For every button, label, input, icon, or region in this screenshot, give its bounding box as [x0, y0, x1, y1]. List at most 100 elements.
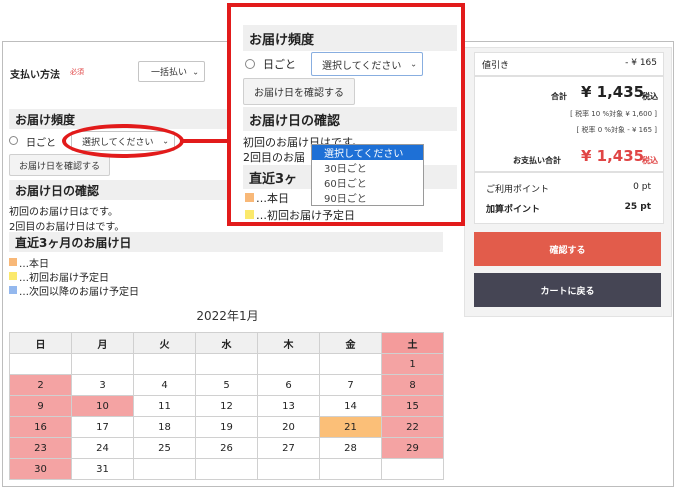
total-tax-in: 税込	[642, 92, 658, 101]
legend-first-swatch	[9, 272, 17, 280]
discount-label: 値引き	[482, 61, 510, 71]
zoom-legend-today-swatch	[245, 193, 254, 202]
calendar-day: 29	[381, 437, 444, 459]
zoom-frequency-radio[interactable]	[245, 59, 255, 69]
frequency-option-30[interactable]: 30日ごと	[312, 160, 423, 175]
tax-10-breakdown: [ 税率 10 %対象 ¥ 1,600 ]	[570, 110, 657, 118]
frequency-option-placeholder[interactable]: 選択してください	[312, 145, 423, 160]
calendar-day: 26	[195, 437, 258, 459]
calendar-day: 11	[133, 395, 196, 417]
frequency-radio[interactable]	[9, 136, 18, 145]
calendar-day	[133, 458, 196, 480]
check-delivery-date-button[interactable]: お届け日を確認する	[9, 154, 110, 176]
payment-total-tax-in: 税込	[642, 156, 658, 165]
zoom-frequency-select-value: 選択してください	[322, 60, 402, 72]
calendar-day: 16	[9, 416, 72, 438]
calendar-day: 18	[133, 416, 196, 438]
calendar-week-row: 30 31	[9, 458, 444, 480]
chevron-down-icon: ⌄	[410, 59, 417, 69]
frequency-dropdown-list: 選択してください 30日ごと 60日ごと 90日ごと	[311, 144, 424, 206]
tax-0-breakdown: [ 税率 0 %対象 - ¥ 165 ]	[576, 126, 657, 134]
zoom-legend-first-swatch	[245, 210, 254, 219]
calendar-day: 19	[195, 416, 258, 438]
calendar-week-row: 2 3 4 5 6 7 8	[9, 374, 444, 396]
payment-method-label: 支払い方法	[10, 70, 60, 81]
calendar-day	[381, 458, 444, 480]
payment-method-select[interactable]: 一括払い ⌄	[138, 61, 205, 82]
calendar-day: 27	[257, 437, 320, 459]
calendar-day: 30	[9, 458, 72, 480]
delivery-confirm-heading: お届け日の確認	[9, 180, 245, 200]
zoom-legend-today-label: …本日	[256, 192, 289, 205]
calendar-day: 4	[133, 374, 196, 396]
calendar-day: 9	[9, 395, 72, 417]
points-added-label: 加算ポイント	[486, 205, 541, 215]
total-label: 合計	[551, 92, 567, 101]
calendar-day: 6	[257, 374, 320, 396]
zoom-frequency-heading: お届け頻度	[243, 25, 457, 51]
calendar-week-row: 9 10 11 12 13 14 15	[9, 395, 444, 417]
calendar-day: 24	[71, 437, 134, 459]
zoom-check-delivery-date-button[interactable]: お届け日を確認する	[243, 78, 355, 105]
zoom-delivery-confirm-heading: お届け日の確認	[243, 107, 457, 131]
calendar-day	[71, 353, 134, 375]
weekday-thu: 木	[257, 332, 320, 354]
calendar-day	[257, 353, 320, 375]
frequency-option-60[interactable]: 60日ごと	[312, 175, 423, 190]
calendar-day: 15	[381, 395, 444, 417]
weekday-mon: 月	[71, 332, 134, 354]
calendar-week-row: 23 24 25 26 27 28 29	[9, 437, 444, 459]
calendar-day	[9, 353, 72, 375]
calendar-day	[195, 353, 258, 375]
first-delivery-text: 初回のお届け日はです。	[9, 207, 118, 218]
total-summary: 合計 ¥ 1,435 税込 [ 税率 10 %対象 ¥ 1,600 ] [ 税率…	[474, 76, 664, 172]
payment-total-label: お支払い合計	[513, 156, 561, 165]
calendar-day: 13	[257, 395, 320, 417]
points-added-value: 25 pt	[624, 202, 651, 212]
zoom-frequency-select[interactable]: 選択してください ⌄	[311, 52, 423, 76]
weekday-sat: 土	[381, 332, 444, 354]
confirm-order-button[interactable]: 確認する	[474, 232, 661, 266]
zoom-frequency-radio-label: 日ごと	[263, 58, 296, 71]
total-amount: ¥ 1,435	[581, 83, 645, 101]
calendar-day: 22	[381, 416, 444, 438]
calendar-day: 5	[195, 374, 258, 396]
chevron-down-icon: ⌄	[192, 67, 199, 76]
calendar-day: 31	[71, 458, 134, 480]
payment-total-amount: ¥ 1,435	[581, 147, 645, 165]
delivery-calendar: 日 月 火 水 木 金 土 1 2 3 4 5 6 7 8 9 10 11 12…	[9, 332, 444, 480]
points-used-label: ご利用ポイント	[486, 185, 550, 195]
calendar-day: 1	[381, 353, 444, 375]
calendar-day	[319, 458, 382, 480]
required-badge: 必須	[70, 68, 84, 76]
zoom-legend-first-label: …初回お届け予定日	[256, 209, 355, 222]
discount-row: 値引き - ¥ 165	[474, 52, 664, 76]
weekday-wed: 水	[195, 332, 258, 354]
calendar-day: 17	[71, 416, 134, 438]
calendar-day: 28	[319, 437, 382, 459]
calendar-day: 23	[9, 437, 72, 459]
calendar-day	[319, 353, 382, 375]
weekday-fri: 金	[319, 332, 382, 354]
frequency-option-90[interactable]: 90日ごと	[312, 190, 423, 205]
calendar-week-row: 16 17 18 19 20 21 22	[9, 416, 444, 438]
calendar-day	[133, 353, 196, 375]
calendar-title: 2022年1月	[196, 309, 259, 323]
calendar-day: 21	[319, 416, 382, 438]
calendar-day: 14	[319, 395, 382, 417]
calendar-day	[195, 458, 258, 480]
recent-delivery-heading: 直近3ヶ月のお届け日	[9, 232, 443, 252]
back-to-cart-button[interactable]: カートに戻る	[474, 273, 661, 307]
calendar-day	[257, 458, 320, 480]
calendar-day: 25	[133, 437, 196, 459]
calendar-weekday-row: 日 月 火 水 木 金 土	[9, 332, 444, 354]
calendar-week-row: 1	[9, 353, 444, 375]
calendar-day: 3	[71, 374, 134, 396]
points-summary: ご利用ポイント 0 pt 加算ポイント 25 pt	[474, 172, 664, 224]
calendar-day: 8	[381, 374, 444, 396]
frequency-radio-label: 日ごと	[26, 138, 56, 149]
weekday-tue: 火	[133, 332, 196, 354]
legend-next-swatch	[9, 286, 17, 294]
legend-today-label: …本日	[19, 259, 49, 270]
highlight-ellipse	[62, 124, 184, 158]
